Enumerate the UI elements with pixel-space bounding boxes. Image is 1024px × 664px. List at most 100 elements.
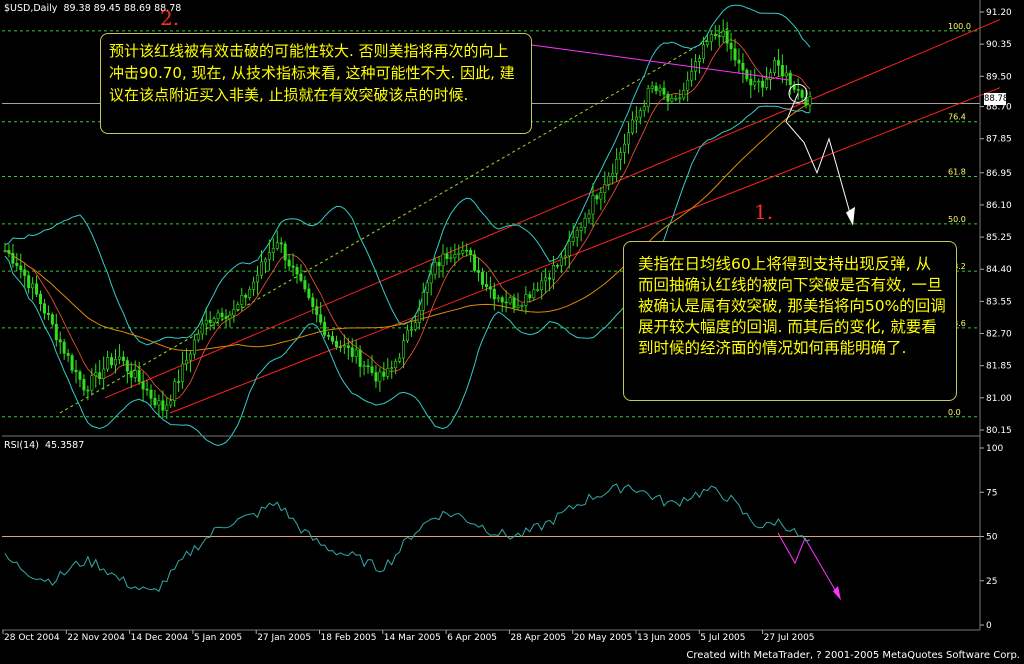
candle-body [58,339,62,343]
candle-body [634,116,638,121]
candle-body [259,261,263,276]
candle-body [39,293,43,304]
candle [70,353,74,374]
candle-body [240,294,244,305]
candle-body [619,152,623,160]
candle-body [133,370,137,378]
candle-body [713,34,717,37]
candle-body [780,65,784,77]
candle-body [433,261,437,275]
candle-body [453,254,457,259]
candle-body [409,329,413,331]
time-tick-label: 18 Feb 2005 [321,633,377,643]
candle-body [185,359,189,365]
price-tick-label: 87.85 [986,135,1012,145]
candle-body [686,79,690,91]
candle-body [165,404,169,411]
candle-body [796,89,800,91]
candle-body [94,372,98,377]
candle-body [757,80,761,83]
candle-body [563,255,567,258]
candle-body [701,44,705,59]
time-tick-label: 27 Jan 2005 [257,633,311,643]
candle-body [295,267,299,275]
candle-body [398,357,402,362]
candle-body [370,366,374,373]
price-tick-label: 86.95 [986,169,1012,179]
candle-body [449,257,453,260]
candle-body [102,368,106,379]
rsi-tick-label: 0 [986,621,992,631]
candle-body [188,353,192,361]
candle-body [670,98,674,102]
candle-body [402,340,406,359]
candle-body [769,72,773,80]
candle-body [110,357,114,366]
rsi-tick-label: 100 [986,444,1003,454]
candle-body [236,304,240,310]
candle-body [192,339,196,355]
candle-body [338,346,342,348]
candle-body [323,321,327,336]
price-tick-label: 83.55 [986,297,1012,307]
candle-body [121,356,125,361]
candle-body [524,294,528,306]
candle-body [275,242,279,249]
candle-body [220,312,224,318]
candle-body [788,72,792,85]
price-tick-label: 85.25 [986,233,1012,243]
candle-body [331,336,335,342]
candle-body [579,227,583,231]
current-price-tag: 88.78 [984,93,1009,105]
candle-body [532,289,536,299]
candle-body [417,309,421,323]
candle-body [603,184,607,193]
candle-body [15,263,19,267]
candle-body [504,301,508,304]
candle-body [366,365,370,368]
candle-body [721,30,725,37]
candle-body [125,360,129,372]
candle-body [737,59,741,64]
time-tick-label: 20 May 2005 [574,633,633,643]
candle-body [761,80,765,88]
candle-body [658,87,662,92]
candle-body [500,297,504,303]
candle-body [267,252,271,260]
candle-body [70,355,74,371]
annotation-note-2: 预计该红线被有效击破的可能性较大. 否则美指将再次的向上冲击90.70, 现在,… [100,33,532,134]
price-tick-label: 90.35 [986,40,1012,50]
candle-body [666,93,670,102]
candle-body [31,283,35,289]
candle-body [232,309,236,316]
annotation-note-1: 美指在日均线60上将得到支持出现反弹, 从而回抽确认红线的被向下突破是否有效, … [623,241,957,401]
candle-body [42,303,46,314]
candle-body [540,280,544,291]
candle-body [362,365,366,368]
candle-body [623,143,627,153]
price-tick-label: 86.10 [986,201,1012,211]
rsi-tick-label: 25 [986,577,997,587]
candle-body [520,305,524,307]
candle-body [753,81,757,86]
candle-body [784,72,788,77]
candle-body [50,314,54,325]
candle-body [334,340,338,347]
candle-body [492,288,496,300]
candle-body [248,289,252,298]
price-tick-label: 82.70 [986,330,1012,340]
candle-body [650,85,654,89]
candle-body [725,30,729,44]
candle-body [271,248,275,253]
candle-body [11,253,15,264]
candle-body [772,60,776,73]
candle-body [299,273,303,281]
annotation-marker-1: 1. [754,200,774,224]
candle-body [141,381,145,390]
candle-body [607,176,611,185]
time-tick-label: 22 Nov 2004 [67,633,125,643]
candle-body [200,323,204,335]
candle-body [508,297,512,304]
candle-body [327,334,331,337]
candle-body [615,158,619,174]
